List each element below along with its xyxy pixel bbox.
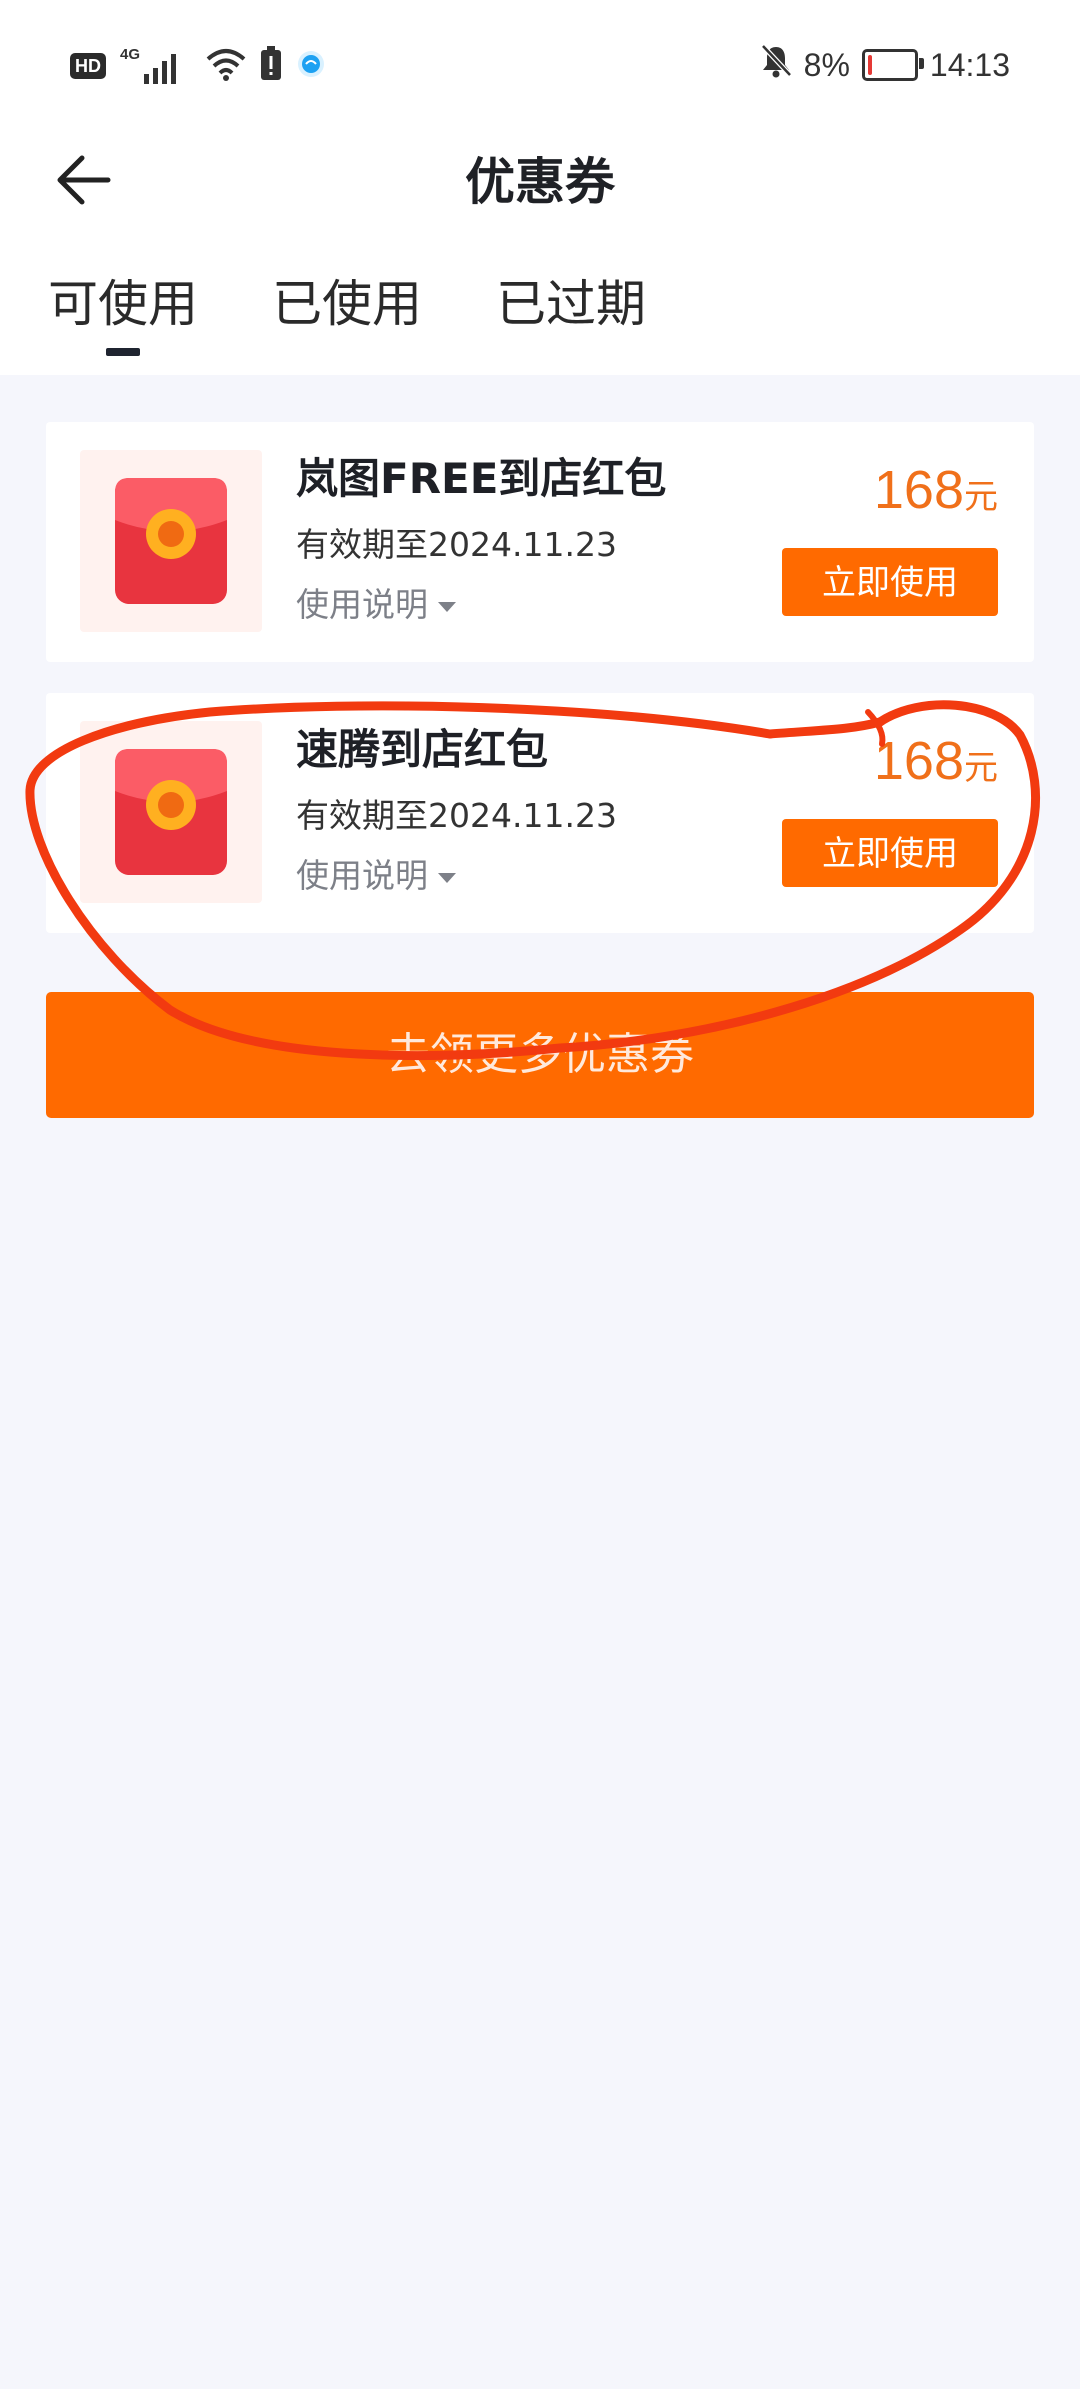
header: 优惠券 [0,130,1080,230]
network-label: 4G [120,46,141,63]
wifi-icon [206,47,246,85]
status-left: HD 4G [70,44,326,88]
red-envelope-icon [115,749,227,875]
get-more-coupons-button[interactable]: 去领更多优惠券 [46,992,1034,1118]
tab-bar: 可使用 已使用 已过期 [48,272,646,362]
hd-badge: HD [70,53,106,79]
usage-notes-toggle[interactable]: 使用说明 [296,582,456,628]
usage-notes-label: 使用说明 [296,585,428,624]
caret-down-icon [438,602,456,612]
status-bar: HD 4G 8% 14:13 [0,0,1080,130]
coupon-title: 岚图FREE到店红包 [296,454,667,503]
amount-unit: 元 [964,748,998,788]
battery-percent: 8% [803,46,850,83]
tab-used[interactable]: 已使用 [272,272,422,362]
amount-value: 168 [873,731,964,791]
signal-icon: 4G [120,46,192,86]
coupon-validity: 有效期至2024.11.23 [296,796,617,835]
coupon-card: 速腾到店红包 有效期至2024.11.23 使用说明 168元 立即使用 [46,693,1034,933]
red-envelope-icon [115,478,227,604]
bell-off-icon [760,44,792,86]
clock: 14:13 [929,46,1010,83]
usage-notes-toggle[interactable]: 使用说明 [296,853,456,899]
coupon-card: 岚图FREE到店红包 有效期至2024.11.23 使用说明 168元 立即使用 [46,422,1034,662]
coupon-amount: 168元 [874,458,998,535]
use-now-button[interactable]: 立即使用 [782,548,998,616]
page-title: 优惠券 [465,153,615,211]
coupon-amount: 168元 [874,729,998,806]
coupon-thumbnail [80,721,262,903]
amount-value: 168 [873,460,964,520]
status-right: 8% 14:13 [760,42,1010,88]
usage-notes-label: 使用说明 [296,856,428,895]
tab-available[interactable]: 可使用 [48,272,198,362]
battery-icon [861,49,924,81]
app-icon [296,49,326,83]
use-now-button[interactable]: 立即使用 [782,819,998,887]
amount-unit: 元 [964,477,998,517]
tab-expired[interactable]: 已过期 [496,272,646,362]
alert-icon [260,46,282,86]
coupon-validity: 有效期至2024.11.23 [296,525,617,564]
coupon-thumbnail [80,450,262,632]
caret-down-icon [438,873,456,883]
coupon-title: 速腾到店红包 [296,725,549,774]
battery-level [867,55,872,75]
